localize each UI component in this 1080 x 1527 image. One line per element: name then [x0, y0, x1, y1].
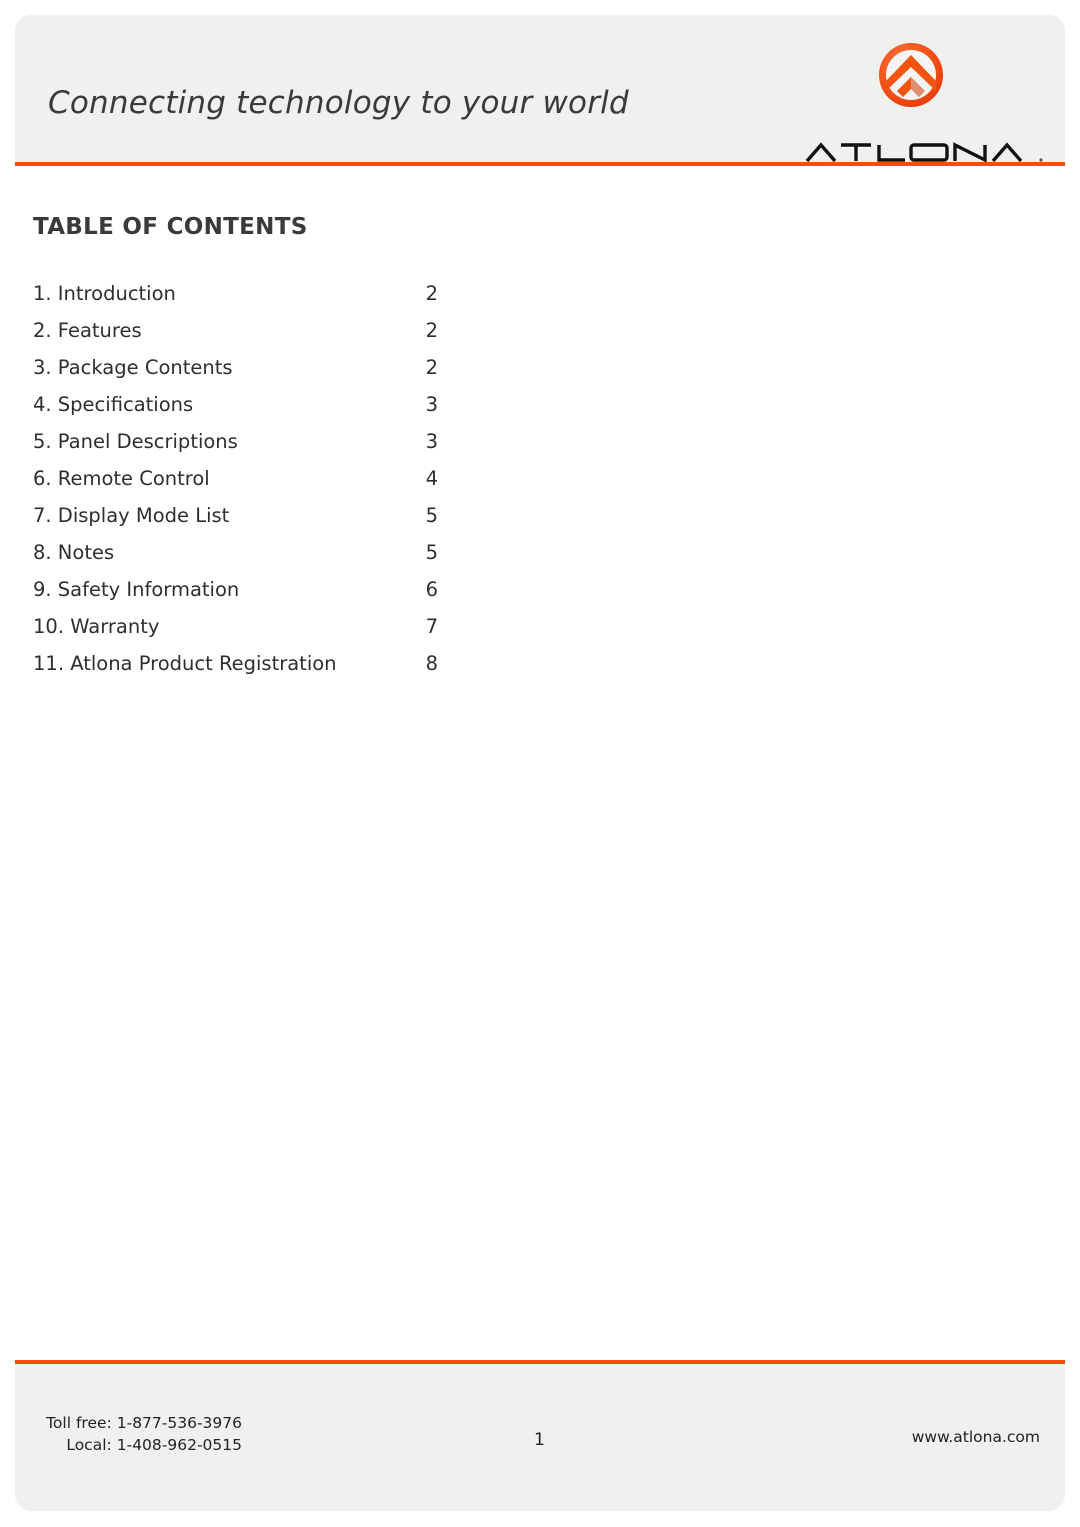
- toc-entry-label: 7. Display Mode List: [33, 504, 230, 527]
- toll-free-number: 1-877-536-3976: [116, 1414, 242, 1432]
- toc-entry-page: 8: [425, 652, 438, 675]
- toc-entry[interactable]: 7. Display Mode List 5: [33, 500, 438, 537]
- toc-entry[interactable]: 1. Introduction 2: [33, 278, 438, 315]
- toc-entry-label: 9. Safety Information: [33, 578, 240, 601]
- local-label: Local:: [66, 1436, 112, 1454]
- tagline: Connecting technology to your world: [48, 85, 629, 121]
- header-divider: [15, 162, 1065, 166]
- toc-entry[interactable]: 8. Notes 5: [33, 537, 438, 574]
- toc-entry-label: 11. Atlona Product Registration: [33, 652, 337, 675]
- toc-entry-label: 6. Remote Control: [33, 467, 210, 490]
- local-line: Local: 1-408-962-0515: [40, 1434, 242, 1456]
- toc-entry[interactable]: 10. Warranty 7: [33, 611, 438, 648]
- toc-entry-page: 6: [425, 578, 438, 601]
- toc-title: TABLE OF CONTENTS: [33, 214, 308, 240]
- atlona-chevron-logo-icon: [879, 43, 943, 107]
- contact-info: Toll free: 1-877-536-3976 Local: 1-408-9…: [40, 1412, 242, 1456]
- toc-entry[interactable]: 3. Package Contents 2: [33, 352, 438, 389]
- toc-entry[interactable]: 6. Remote Control 4: [33, 463, 438, 500]
- toc-entry-label: 3. Package Contents: [33, 356, 233, 379]
- page-number: 1: [534, 1430, 545, 1450]
- local-number: 1-408-962-0515: [116, 1436, 242, 1454]
- toc-entry[interactable]: 11. Atlona Product Registration 8: [33, 648, 438, 685]
- toc-entry-label: 1. Introduction: [33, 282, 176, 305]
- toc-entry[interactable]: 2. Features 2: [33, 315, 438, 352]
- toc-entry-page: 3: [425, 430, 438, 453]
- toc-entry-page: 2: [425, 356, 438, 379]
- toc-entry-page: 3: [425, 393, 438, 416]
- toc-entry-page: 4: [425, 467, 438, 490]
- page-header: Connecting technology to your world: [15, 15, 1065, 163]
- toc-entry-label: 5. Panel Descriptions: [33, 430, 238, 453]
- toc-entry-page: 2: [425, 319, 438, 342]
- toc-entry-label: 2. Features: [33, 319, 142, 342]
- page-footer: Toll free: 1-877-536-3976 Local: 1-408-9…: [15, 1364, 1065, 1511]
- table-of-contents: 1. Introduction 2 2. Features 2 3. Package…: [33, 278, 438, 685]
- toc-entry-label: 8. Notes: [33, 541, 115, 564]
- website-link[interactable]: www.atlona.com: [912, 1428, 1040, 1446]
- toc-entry-label: 10. Warranty: [33, 615, 160, 638]
- toc-entry-label: 4. Specifications: [33, 393, 194, 416]
- toc-entry-page: 5: [425, 541, 438, 564]
- toll-free-line: Toll free: 1-877-536-3976: [40, 1412, 242, 1434]
- toc-entry-page: 7: [425, 615, 438, 638]
- toc-entry[interactable]: 4. Specifications 3: [33, 389, 438, 426]
- toll-free-label: Toll free:: [46, 1414, 112, 1432]
- toc-entry-page: 5: [425, 504, 438, 527]
- toc-entry[interactable]: 9. Safety Information 6: [33, 574, 438, 611]
- toc-entry-page: 2: [425, 282, 438, 305]
- toc-entry[interactable]: 5. Panel Descriptions 3: [33, 426, 438, 463]
